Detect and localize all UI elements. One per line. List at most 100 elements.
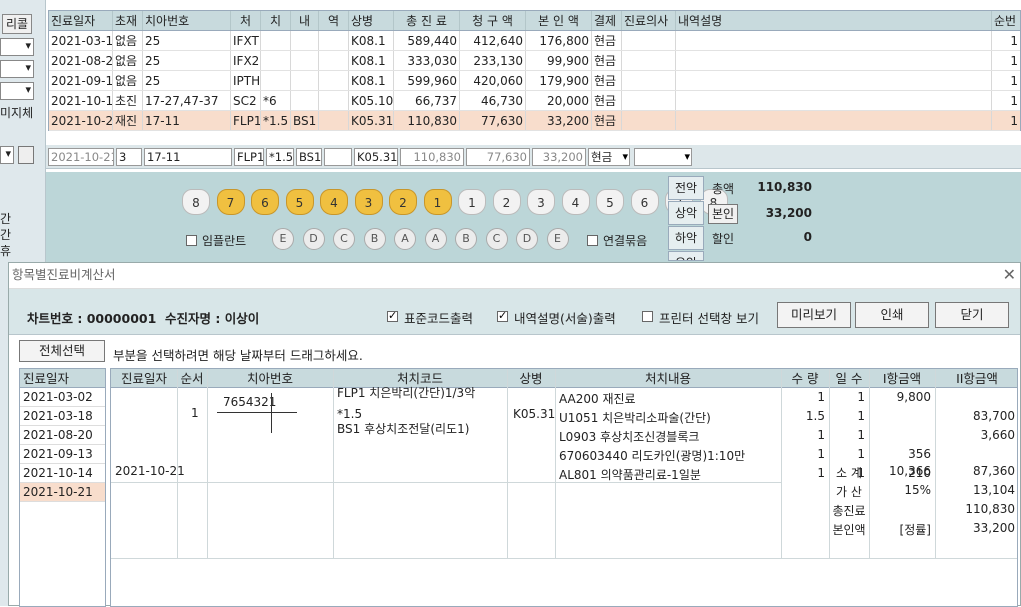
detail-col-qty: 수 량: [781, 369, 829, 388]
edit-tooth[interactable]: 17-11: [144, 148, 232, 166]
item-qty: 1: [817, 447, 825, 461]
tooth-left-2[interactable]: 2: [492, 189, 521, 215]
col-tooth[interactable]: 치아번호: [143, 11, 231, 30]
primary-tooth-B[interactable]: B: [455, 228, 477, 250]
table-row[interactable]: 2021-10-21재진17-11FLP1*1.5BS1 K05.31110,83…: [49, 111, 1020, 131]
tooth-right-6[interactable]: 6: [251, 189, 279, 215]
col-desc[interactable]: 내역설명: [676, 11, 992, 30]
col-date[interactable]: 진료일자: [49, 11, 113, 30]
left-field[interactable]: [0, 146, 14, 164]
std-code-checkbox[interactable]: [387, 309, 398, 322]
tooth-right-5[interactable]: 5: [285, 189, 314, 215]
col-t2[interactable]: 치: [261, 11, 291, 30]
col-total[interactable]: 총 진 료: [394, 11, 460, 30]
primary-tooth-A[interactable]: A: [394, 228, 416, 250]
tooth-right-1[interactable]: 1: [423, 189, 452, 215]
primary-tooth-C[interactable]: C: [333, 228, 355, 250]
tooth-left-5[interactable]: 5: [596, 189, 624, 215]
cell-date: 2021-03-18: [49, 31, 113, 50]
upper-arch-button[interactable]: 상악: [668, 201, 704, 225]
cell-self: 99,900: [526, 51, 592, 70]
primary-tooth-B[interactable]: B: [363, 228, 386, 250]
primary-tooth-E[interactable]: E: [546, 228, 569, 250]
cell-claim: 420,060: [460, 71, 526, 90]
col-first[interactable]: 초재: [113, 11, 143, 30]
tooth-right-7[interactable]: 7: [216, 189, 245, 215]
primary-tooth-D[interactable]: D: [516, 228, 538, 250]
table-row[interactable]: 2021-08-20없음25IFX2 K08.1333,030233,13099,…: [49, 51, 1020, 71]
discount-label: 할인: [712, 232, 735, 246]
table-row[interactable]: 2021-10-14초진17-27,47-37SC2*6 K05.1066,737…: [49, 91, 1020, 111]
list-item[interactable]: 2021-03-02: [20, 388, 105, 407]
tooth-right-3[interactable]: 3: [354, 189, 383, 215]
tooth-right-4[interactable]: 4: [320, 189, 348, 215]
edit-t4[interactable]: [324, 148, 352, 166]
link-label: 연결묶음: [603, 234, 648, 248]
list-item[interactable]: 2021-08-20: [20, 426, 105, 445]
list-item[interactable]: 2021-03-18: [20, 407, 105, 426]
close-icon[interactable]: ✕: [1003, 265, 1016, 284]
primary-tooth-A[interactable]: A: [424, 228, 447, 250]
edit-claim[interactable]: 77,630: [466, 148, 530, 166]
printer-select-checkbox[interactable]: [642, 311, 653, 322]
list-item[interactable]: 2021-09-13: [20, 445, 105, 464]
primary-tooth-D[interactable]: D: [302, 228, 325, 250]
edit-date[interactable]: 2021-10-21: [48, 148, 114, 166]
self-button[interactable]: 본인: [708, 204, 738, 224]
select-all-button[interactable]: 전체선택: [19, 340, 105, 362]
left-select-1[interactable]: [0, 38, 34, 56]
print-button[interactable]: 인쇄: [855, 302, 929, 328]
cell-total: 599,960: [394, 71, 460, 90]
edit-a[interactable]: 3: [116, 148, 142, 166]
col-dx[interactable]: 상병: [349, 11, 394, 30]
preview-button[interactable]: 미리보기: [777, 302, 851, 328]
col-pay[interactable]: 결제: [592, 11, 622, 30]
desc-output-checkbox[interactable]: [497, 309, 508, 322]
col-t3[interactable]: 내: [291, 11, 319, 30]
cell-t4: [319, 71, 349, 90]
code-line-2: *1.5: [337, 407, 363, 421]
col-seq[interactable]: 순번: [992, 11, 1020, 30]
full-arch-button[interactable]: 전악: [668, 176, 704, 200]
cell-date: 2021-10-21: [49, 111, 113, 130]
add-a: 15%: [904, 483, 931, 497]
edit-doctor-select[interactable]: [634, 148, 692, 166]
tooth-left-6[interactable]: 6: [630, 189, 659, 215]
edit-self[interactable]: 33,200: [532, 148, 586, 166]
tooth-left-3[interactable]: 3: [527, 189, 555, 215]
col-self[interactable]: 본 인 액: [526, 11, 592, 30]
primary-tooth-C[interactable]: C: [485, 228, 508, 250]
tooth-left-1[interactable]: 1: [458, 189, 486, 215]
cell-self: 176,800: [526, 31, 592, 50]
left-select-2[interactable]: [0, 60, 34, 78]
link-checkbox[interactable]: [587, 235, 598, 246]
col-claim[interactable]: 청 구 액: [460, 11, 526, 30]
col-t1[interactable]: 처: [231, 11, 261, 30]
left-select-3[interactable]: [0, 82, 34, 100]
tooth-right-8[interactable]: 8: [182, 189, 210, 215]
recall-button[interactable]: 리콜: [2, 14, 32, 34]
implant-checkbox[interactable]: [186, 235, 197, 246]
primary-tooth-E[interactable]: E: [272, 228, 294, 250]
col-doctor[interactable]: 진료의사: [622, 11, 676, 30]
tooth-right-2[interactable]: 2: [389, 189, 417, 215]
gross-label: 총진료: [832, 504, 866, 518]
edit-total[interactable]: 110,830: [400, 148, 464, 166]
table-row[interactable]: 2021-03-18없음25IFXT K08.1589,440412,640176…: [49, 31, 1020, 51]
col-t4[interactable]: 역: [319, 11, 349, 30]
table-row[interactable]: 2021-09-13없음25IPTH K08.1599,960420,060179…: [49, 71, 1020, 91]
edit-dx[interactable]: K05.31: [354, 148, 398, 166]
list-item[interactable]: 2021-10-14: [20, 464, 105, 483]
list-item[interactable]: 2021-10-21: [20, 483, 105, 502]
primary-arch-button[interactable]: 유악: [668, 251, 704, 261]
edit-t2[interactable]: *1.5: [266, 148, 294, 166]
lower-arch-button[interactable]: 하악: [668, 226, 704, 250]
edit-pay-select[interactable]: 현금: [588, 148, 630, 166]
cell-t2: [261, 71, 291, 90]
close-button[interactable]: 닫기: [935, 302, 1009, 328]
edit-t1[interactable]: FLP1: [234, 148, 264, 166]
edit-t3[interactable]: BS1: [296, 148, 322, 166]
tooth-left-4[interactable]: 4: [561, 189, 590, 215]
calendar-icon[interactable]: [18, 146, 34, 164]
cell-t2: *6: [261, 91, 291, 110]
